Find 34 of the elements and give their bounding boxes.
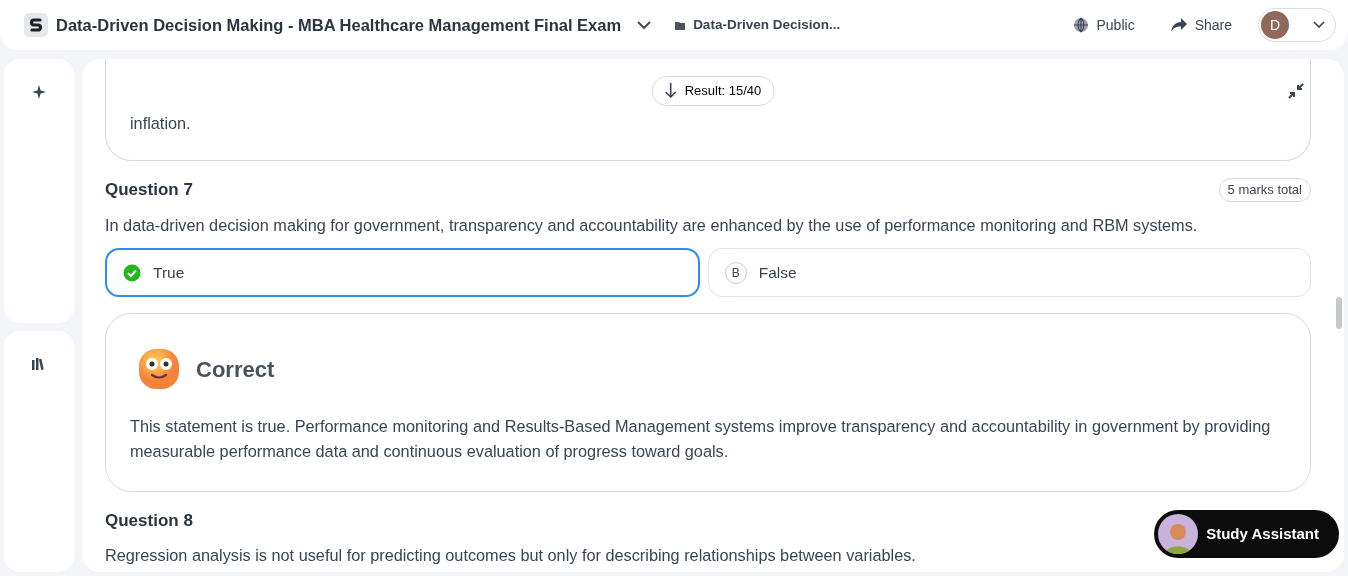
- app-logo[interactable]: [24, 13, 48, 37]
- user-avatar: D: [1261, 11, 1289, 39]
- public-button[interactable]: Public: [1062, 10, 1145, 40]
- question-title: Question 8: [105, 509, 193, 532]
- assistant-label: Study Assistant: [1206, 523, 1319, 544]
- scrollbar-thumb[interactable]: [1336, 297, 1342, 329]
- chevron-down-icon[interactable]: [637, 20, 652, 30]
- question-text: In data-driven decision making for government, transparency and accountability are enhanced by the use of performance monitoring and RBM systems.: [105, 214, 1199, 236]
- globe-icon: [1072, 17, 1089, 33]
- share-button[interactable]: Share: [1160, 10, 1242, 40]
- breadcrumb-link[interactable]: Data-Driven Decision...: [693, 14, 841, 36]
- feedback-text: This statement is true. Performance monitoring and Results-Based Management systems improve transparency and accountability in government by providing measurable performance data and continuous evaluation of progress toward goals.: [130, 416, 1272, 463]
- collapse-icon[interactable]: [1288, 83, 1304, 99]
- arrow-down-icon: [664, 83, 677, 99]
- question-text: Regression analysis is not useful for predicting outcomes but only for describing relationships between variables.: [105, 545, 917, 566]
- study-assistant-button[interactable]: Study Assistant: [1154, 510, 1339, 558]
- smiley-face-icon: [138, 348, 180, 390]
- books-icon[interactable]: [32, 357, 46, 370]
- sparkle-icon[interactable]: [32, 85, 46, 99]
- option-label: True: [153, 262, 185, 283]
- answer-option[interactable]: B False: [707, 248, 1311, 297]
- answer-option[interactable]: True: [105, 248, 700, 297]
- exam-title: Data-Driven Decision Making - MBA Healthcare Management Final Exam: [56, 14, 622, 36]
- check-circle-icon: [123, 263, 141, 282]
- share-arrow-icon: [1170, 18, 1187, 32]
- result-button[interactable]: Result: 15/40: [651, 76, 775, 106]
- explanation-text: inflation.: [130, 113, 191, 134]
- feedback-verdict: Correct: [196, 355, 275, 384]
- question-title: Question 7: [105, 179, 193, 202]
- chevron-down-icon[interactable]: [1313, 21, 1325, 29]
- folder-icon: [675, 20, 686, 30]
- option-label: False: [758, 262, 797, 283]
- assistant-avatar: [1158, 514, 1199, 554]
- user-menu[interactable]: D: [1258, 8, 1336, 42]
